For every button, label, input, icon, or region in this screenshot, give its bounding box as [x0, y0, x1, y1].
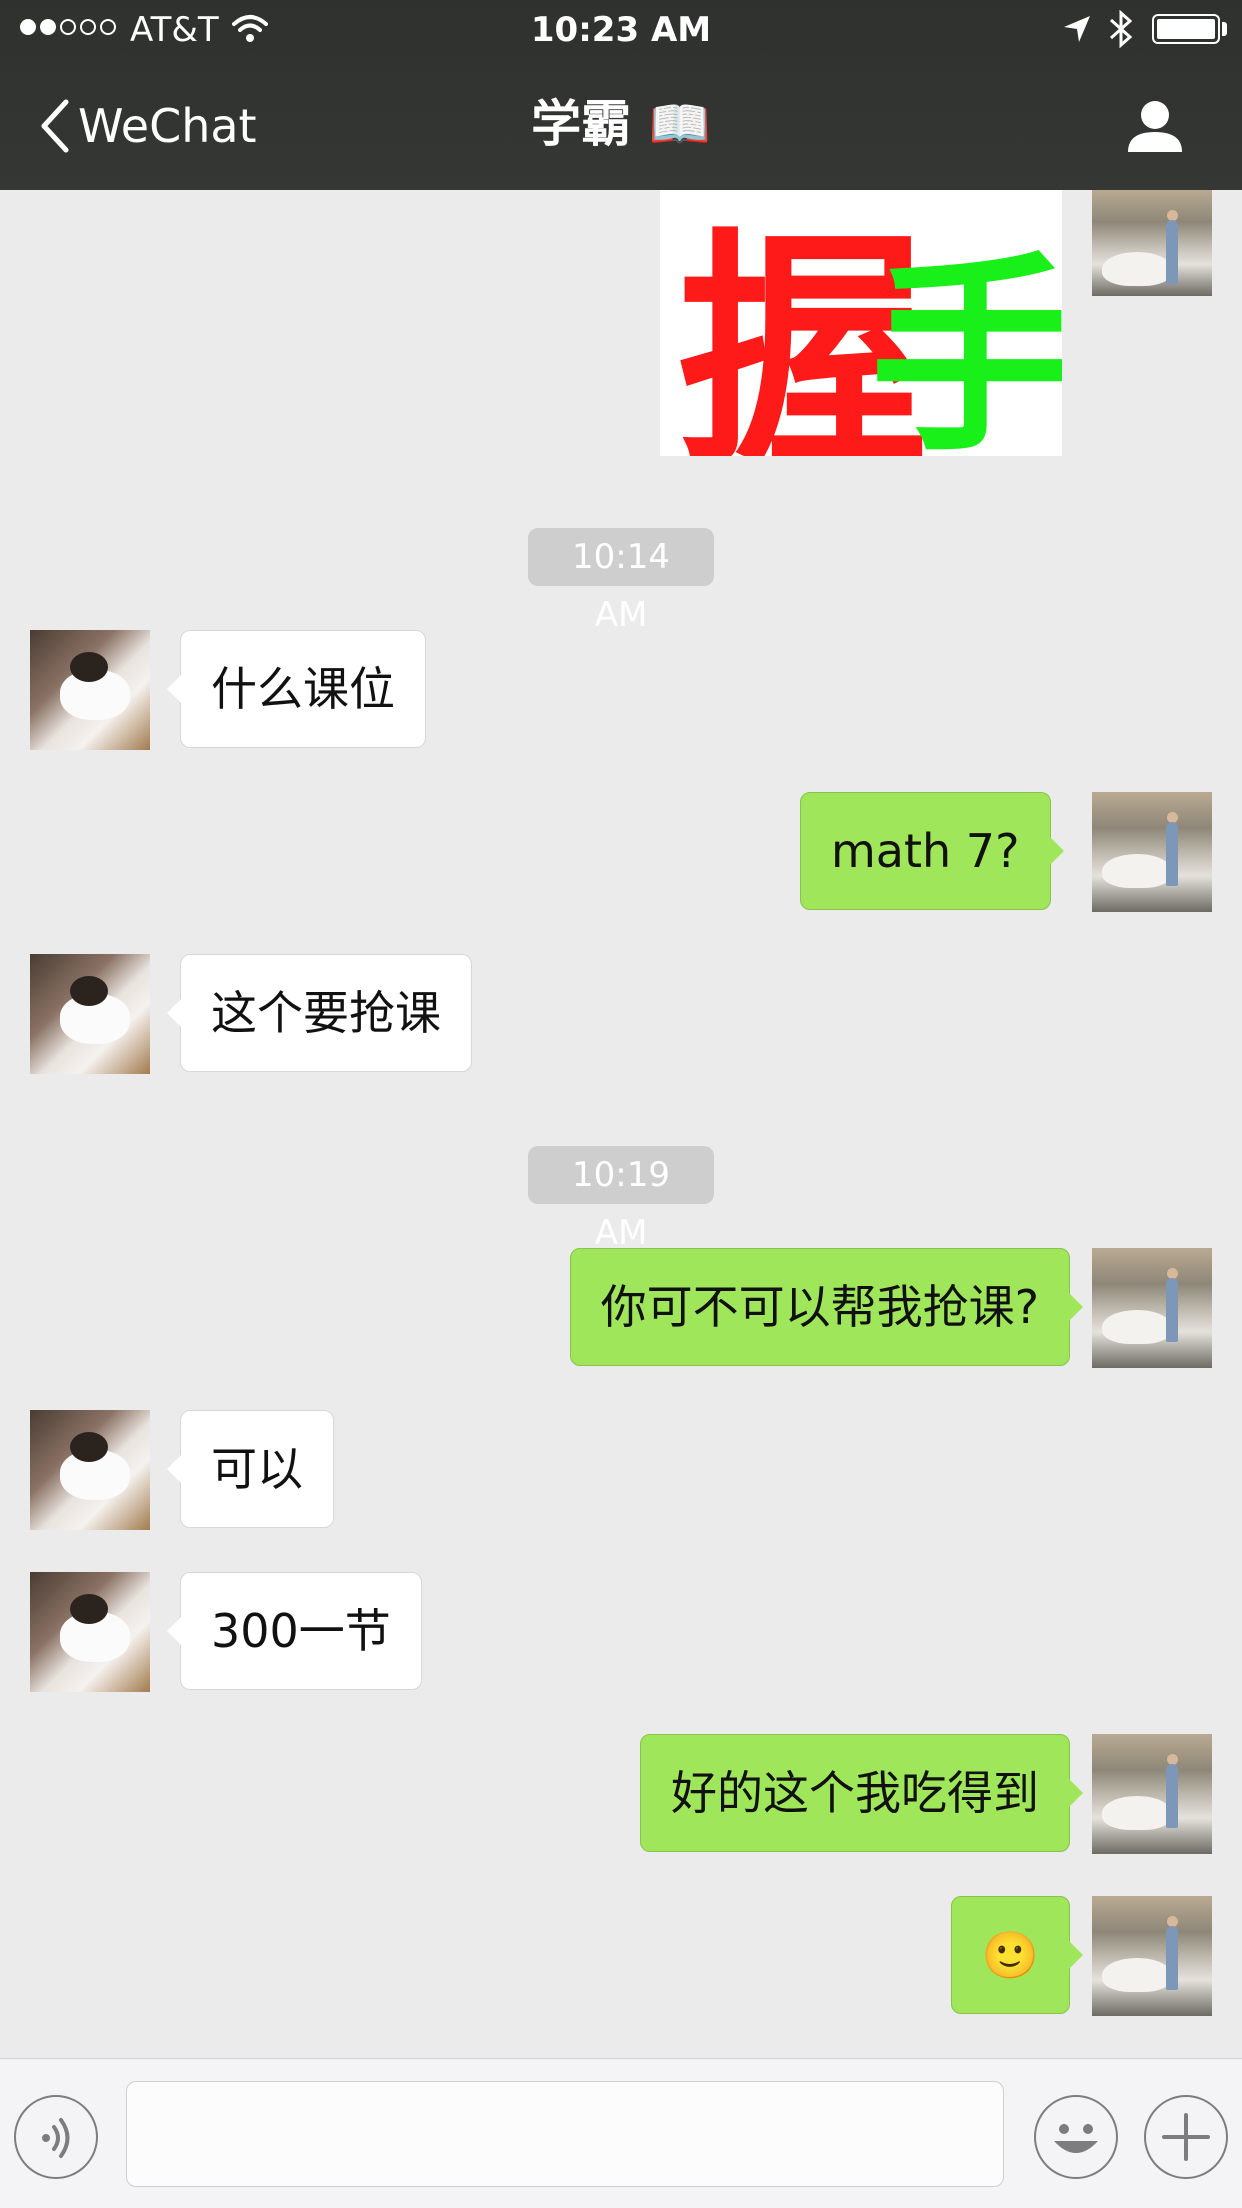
sticker-message[interactable]: 握 手 [660, 190, 1062, 456]
status-bar: AT&T 10:23 AM [0, 0, 1242, 60]
avatar-self[interactable] [1092, 792, 1212, 912]
chat-area[interactable]: 握 手 10:14 AM 什么课位 math 7? 这个要抢课 10:19 AM… [0, 190, 1242, 2058]
timestamp: 10:19 AM [528, 1146, 714, 1253]
incoming-message[interactable]: 可以 [167, 1410, 334, 1528]
plus-icon [1162, 2113, 1210, 2161]
voice-button[interactable] [14, 2095, 98, 2179]
svg-text:手: 手 [870, 235, 1062, 456]
person-icon[interactable] [1126, 98, 1184, 154]
avatar-friend[interactable] [30, 630, 150, 750]
outgoing-message[interactable]: 🙂 [950, 1896, 1084, 2014]
status-time: 10:23 AM [530, 10, 712, 50]
input-bar [0, 2058, 1242, 2208]
emoji-button[interactable] [1034, 2095, 1118, 2179]
location-arrow-icon [1064, 16, 1090, 42]
chat-title: 学霸 📖 [531, 95, 711, 153]
timestamp: 10:14 AM [528, 528, 714, 635]
avatar-friend[interactable] [30, 954, 150, 1074]
avatar-self[interactable] [1092, 1248, 1212, 1368]
avatar-self[interactable] [1092, 1896, 1212, 2016]
incoming-message[interactable]: 这个要抢课 [167, 954, 472, 1072]
outgoing-message[interactable]: 好的这个我吃得到 [640, 1734, 1083, 1852]
sticker-image: 握 手 [678, 208, 1062, 456]
battery-icon [1152, 14, 1220, 44]
avatar-self[interactable] [1092, 190, 1212, 296]
bluetooth-icon [1109, 10, 1133, 48]
nav-header: AT&T 10:23 AM WeChat 学霸 📖 [0, 0, 1242, 190]
message-input[interactable] [126, 2081, 1004, 2187]
incoming-message[interactable]: 什么课位 [167, 630, 426, 748]
outgoing-message[interactable]: math 7? [800, 792, 1063, 910]
outgoing-message[interactable]: 你可不可以帮我抢课? [569, 1248, 1084, 1366]
incoming-message[interactable]: 300一节 [167, 1572, 422, 1690]
battery-tip [1222, 22, 1227, 36]
avatar-friend[interactable] [30, 1572, 150, 1692]
emoji-icon [1054, 2124, 1098, 2153]
plus-button[interactable] [1144, 2095, 1228, 2179]
avatar-friend[interactable] [30, 1410, 150, 1530]
voice-icon [42, 2118, 70, 2158]
avatar-self[interactable] [1092, 1734, 1212, 1854]
